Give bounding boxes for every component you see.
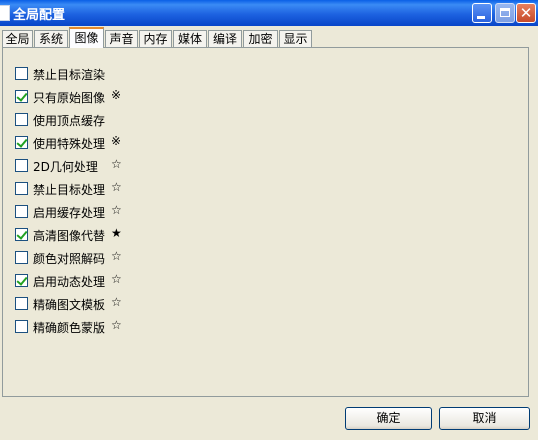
star-outline-icon: ☆ bbox=[111, 295, 122, 309]
option-label: 启用动态处理 bbox=[33, 275, 106, 289]
checkbox[interactable] bbox=[15, 251, 28, 264]
checkbox[interactable] bbox=[15, 90, 28, 103]
star-outline-icon: ☆ bbox=[111, 180, 122, 194]
option-label: 禁止目标渲染 bbox=[33, 68, 106, 82]
star-outline-icon: ☆ bbox=[111, 272, 122, 286]
checkbox[interactable] bbox=[15, 320, 28, 333]
image-settings-panel: 禁止目标渲染 只有原始图像 ※ 使用顶点缓存 使用特殊处理 ※ 2D几何处理 ☆… bbox=[2, 47, 529, 397]
checkbox[interactable] bbox=[15, 205, 28, 218]
option-label: 2D几何处理 bbox=[33, 160, 98, 174]
star-outline-icon: ☆ bbox=[111, 203, 122, 217]
option-label: 使用特殊处理 bbox=[33, 137, 106, 151]
checkbox[interactable] bbox=[15, 274, 28, 287]
note-mark-icon: ※ bbox=[111, 88, 122, 102]
option-label: 颜色对照解码 bbox=[33, 252, 106, 266]
option-label: 高清图像代替 bbox=[33, 229, 106, 243]
tab-compile[interactable]: 编译 bbox=[208, 30, 242, 47]
tab-encrypt[interactable]: 加密 bbox=[243, 30, 278, 47]
option-label: 精确图文模板 bbox=[33, 298, 106, 312]
tab-image[interactable]: 图像 bbox=[69, 27, 104, 48]
option-label: 启用缓存处理 bbox=[33, 206, 106, 220]
cancel-button[interactable]: 取消 bbox=[439, 407, 530, 430]
star-outline-icon: ☆ bbox=[111, 249, 122, 263]
star-filled-icon: ★ bbox=[111, 226, 122, 240]
checkmark-icon bbox=[16, 228, 28, 240]
checkbox[interactable] bbox=[15, 113, 28, 126]
checkmark-icon bbox=[16, 136, 28, 148]
window-title: 全局配置 bbox=[13, 8, 66, 23]
minimize-icon bbox=[477, 16, 485, 19]
app-icon bbox=[0, 5, 10, 21]
maximize-icon bbox=[500, 8, 510, 17]
option-label: 使用顶点缓存 bbox=[33, 114, 106, 128]
checkbox[interactable] bbox=[15, 297, 28, 310]
checkbox[interactable] bbox=[15, 67, 28, 80]
tab-global[interactable]: 全局 bbox=[2, 30, 33, 47]
maximize-button[interactable] bbox=[495, 3, 515, 23]
checkmark-icon bbox=[16, 90, 28, 102]
checkmark-icon bbox=[16, 274, 28, 286]
tab-memory[interactable]: 内存 bbox=[139, 30, 172, 47]
checkbox[interactable] bbox=[15, 136, 28, 149]
note-mark-icon: ※ bbox=[111, 134, 122, 148]
checkbox[interactable] bbox=[15, 228, 28, 241]
ok-button[interactable]: 确定 bbox=[345, 407, 432, 430]
checkbox[interactable] bbox=[15, 159, 28, 172]
close-button[interactable]: ✕ bbox=[516, 3, 536, 23]
option-label: 精确颜色蒙版 bbox=[33, 321, 106, 335]
tab-system[interactable]: 系统 bbox=[34, 30, 68, 47]
star-outline-icon: ☆ bbox=[111, 318, 122, 332]
tab-strip: 全局 系统 图像 声音 内存 媒体 编译 加密 显示 bbox=[0, 27, 538, 48]
option-label: 只有原始图像 bbox=[33, 91, 106, 105]
title-bar: 全局配置 ✕ bbox=[0, 0, 538, 26]
close-icon: ✕ bbox=[519, 4, 533, 22]
tab-display[interactable]: 显示 bbox=[279, 30, 312, 47]
tab-sound[interactable]: 声音 bbox=[105, 30, 138, 47]
star-outline-icon: ☆ bbox=[111, 157, 122, 171]
tab-media[interactable]: 媒体 bbox=[173, 30, 207, 47]
checkbox[interactable] bbox=[15, 182, 28, 195]
minimize-button[interactable] bbox=[472, 3, 492, 23]
option-label: 禁止目标处理 bbox=[33, 183, 106, 197]
